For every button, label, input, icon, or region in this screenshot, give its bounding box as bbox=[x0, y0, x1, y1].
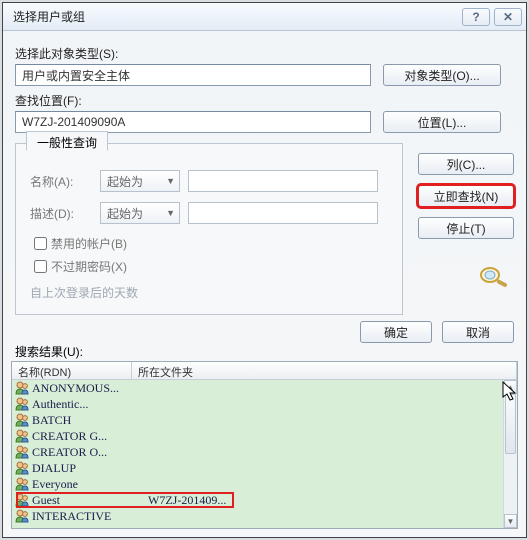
cell-name: Authentic... bbox=[32, 397, 148, 412]
results-body[interactable]: ANONYMOUS... Authentic... BATCH CREATOR … bbox=[12, 380, 503, 528]
user-group-icon bbox=[14, 493, 30, 507]
chevron-down-icon: ▼ bbox=[166, 208, 175, 218]
titlebar: 选择用户或组 ? ✕ bbox=[3, 3, 526, 31]
list-item[interactable]: CREATOR O... bbox=[12, 444, 503, 460]
cell-name: CREATOR G... bbox=[32, 429, 148, 444]
days-since-login-label: 自上次登录后的天数 bbox=[30, 284, 392, 301]
disabled-accounts-check[interactable] bbox=[34, 237, 47, 250]
list-item[interactable]: Authentic... bbox=[12, 396, 503, 412]
query-tab-panel: 一般性查询 名称(A): 起始为▼ 描述(D): 起始为▼ 禁用的帐户(B) bbox=[15, 143, 403, 315]
list-item[interactable]: Guest W7ZJ-201409... bbox=[12, 492, 503, 508]
name-input[interactable] bbox=[188, 170, 378, 192]
user-group-icon bbox=[14, 381, 30, 395]
name-match-combo[interactable]: 起始为▼ bbox=[100, 170, 180, 192]
cell-name: BATCH bbox=[32, 413, 148, 428]
close-button[interactable]: ✕ bbox=[494, 8, 522, 26]
location-field: W7ZJ-201409090A bbox=[15, 111, 371, 133]
list-item[interactable]: DIALUP bbox=[12, 460, 503, 476]
object-type-field: 用户或内置安全主体 bbox=[15, 64, 371, 86]
help-button[interactable]: ? bbox=[462, 8, 490, 26]
tab-general-query[interactable]: 一般性查询 bbox=[26, 131, 108, 151]
user-group-icon bbox=[14, 429, 30, 443]
noexpire-password-check[interactable] bbox=[34, 260, 47, 273]
scroll-thumb[interactable] bbox=[505, 394, 516, 454]
cell-name: ANONYMOUS... bbox=[32, 381, 148, 396]
window-title: 选择用户或组 bbox=[13, 8, 458, 25]
col-folder[interactable]: 所在文件夹 bbox=[132, 362, 517, 379]
stop-button[interactable]: 停止(T) bbox=[418, 217, 514, 239]
user-group-icon bbox=[14, 461, 30, 475]
dialog-window: 选择用户或组 ? ✕ 选择此对象类型(S): 用户或内置安全主体 对象类型(O)… bbox=[2, 2, 527, 538]
desc-label: 描述(D): bbox=[30, 205, 100, 222]
object-type-label: 选择此对象类型(S): bbox=[15, 45, 514, 62]
cell-name: Everyone bbox=[32, 477, 148, 492]
user-group-icon bbox=[14, 477, 30, 491]
list-item[interactable]: ANONYMOUS... bbox=[12, 380, 503, 396]
cell-name: INTERACTIVE bbox=[32, 509, 148, 524]
user-group-icon bbox=[14, 445, 30, 459]
results-listview[interactable]: 名称(RDN) 所在文件夹 ANONYMOUS... Authentic... … bbox=[11, 361, 518, 529]
cell-name: Guest bbox=[32, 493, 148, 508]
cell-name: DIALUP bbox=[32, 461, 148, 476]
side-buttons: 列(C)... 立即查找(N) 停止(T) bbox=[418, 153, 514, 291]
vertical-scrollbar[interactable]: ▲ ▼ bbox=[503, 380, 517, 528]
list-item[interactable]: INTERACTIVE bbox=[12, 508, 503, 524]
scroll-down-button[interactable]: ▼ bbox=[504, 514, 517, 528]
noexpire-password-checkbox[interactable]: 不过期密码(X) bbox=[30, 257, 392, 276]
user-group-icon bbox=[14, 413, 30, 427]
desc-match-combo[interactable]: 起始为▼ bbox=[100, 202, 180, 224]
location-label: 查找位置(F): bbox=[15, 92, 514, 109]
columns-button[interactable]: 列(C)... bbox=[418, 153, 514, 175]
list-item[interactable]: CREATOR G... bbox=[12, 428, 503, 444]
list-item[interactable]: BATCH bbox=[12, 412, 503, 428]
user-group-icon bbox=[14, 509, 30, 523]
cell-name: CREATOR O... bbox=[32, 445, 148, 460]
search-results-label: 搜索结果(U): bbox=[15, 343, 83, 360]
disabled-accounts-checkbox[interactable]: 禁用的帐户(B) bbox=[30, 234, 392, 253]
user-group-icon bbox=[14, 397, 30, 411]
cell-folder: W7ZJ-201409... bbox=[148, 493, 501, 508]
locations-button[interactable]: 位置(L)... bbox=[383, 111, 501, 133]
magnifier-icon bbox=[474, 263, 514, 291]
chevron-down-icon: ▼ bbox=[166, 176, 175, 186]
name-label: 名称(A): bbox=[30, 173, 100, 190]
desc-input[interactable] bbox=[188, 202, 378, 224]
dialog-buttons: 确定 取消 bbox=[360, 321, 514, 343]
scroll-up-button[interactable]: ▲ bbox=[504, 380, 517, 394]
find-now-button[interactable]: 立即查找(N) bbox=[418, 185, 514, 207]
results-header: 名称(RDN) 所在文件夹 bbox=[12, 362, 517, 380]
cancel-button[interactable]: 取消 bbox=[442, 321, 514, 343]
ok-button[interactable]: 确定 bbox=[360, 321, 432, 343]
list-item[interactable]: Everyone bbox=[12, 476, 503, 492]
object-types-button[interactable]: 对象类型(O)... bbox=[383, 64, 501, 86]
col-name[interactable]: 名称(RDN) bbox=[12, 362, 132, 379]
